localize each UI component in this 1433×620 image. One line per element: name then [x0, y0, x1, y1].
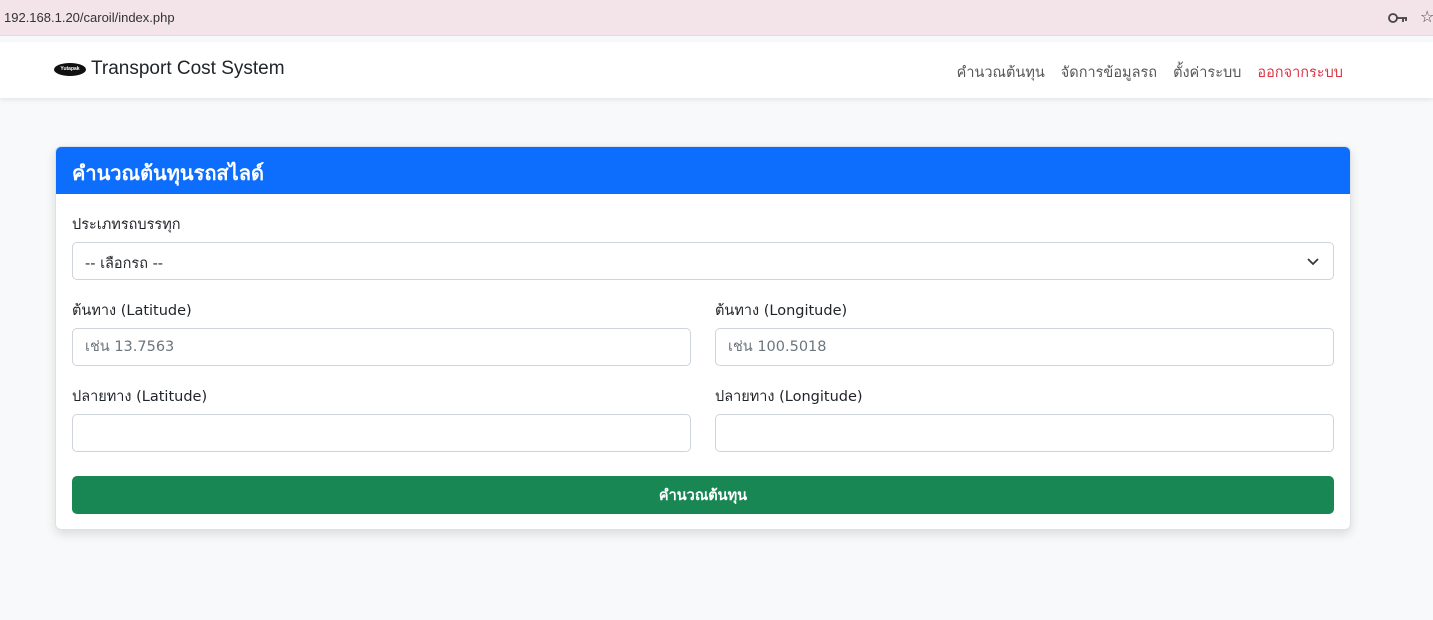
origin-lng-input[interactable] [715, 328, 1334, 366]
origin-lng-label: ต้นทาง (Longitude) [715, 303, 848, 319]
dest-lng-label: ปลายทาง (Longitude) [715, 389, 863, 405]
chevron-down-icon [1307, 258, 1319, 266]
calc-form-card: คำนวณต้นทุนรถสไลด์ ประเภทรถบรรทุก -- เลื… [55, 146, 1351, 530]
url-text[interactable]: 192.168.1.20/caroil/index.php [4, 10, 175, 25]
brand-title: Transport Cost System [91, 58, 285, 79]
nav-link-calculate[interactable]: คำนวณต้นทุน [957, 61, 1045, 84]
card-title: คำนวณต้นทุนรถสไลด์ [56, 147, 1350, 194]
origin-lat-input[interactable] [72, 328, 691, 366]
brand[interactable]: Yutapak Transport Cost System [54, 58, 285, 80]
origin-lat-label: ต้นทาง (Latitude) [72, 303, 192, 319]
vehicle-type-label: ประเภทรถบรรทุก [72, 217, 181, 233]
navbar: Yutapak Transport Cost System คำนวณต้นทุ… [0, 42, 1433, 98]
nav-link-manage-vehicles[interactable]: จัดการข้อมูลรถ [1061, 61, 1157, 84]
browser-address-bar[interactable]: 192.168.1.20/caroil/index.php ☆ [0, 0, 1433, 36]
nav-link-settings[interactable]: ตั้งค่าระบบ [1173, 61, 1241, 84]
dest-lat-label: ปลายทาง (Latitude) [72, 389, 208, 405]
nav-links: คำนวณต้นทุน จัดการข้อมูลรถ ตั้งค่าระบบ อ… [957, 61, 1343, 84]
vehicle-type-select[interactable]: -- เลือกรถ -- [72, 242, 1334, 280]
calculate-button[interactable]: คำนวณต้นทุน [72, 476, 1334, 514]
dest-lat-input[interactable] [72, 414, 691, 452]
nav-link-logout[interactable]: ออกจากระบบ [1257, 61, 1343, 84]
vehicle-type-selected: -- เลือกรถ -- [85, 256, 164, 272]
key-icon[interactable] [1388, 12, 1408, 24]
brand-logo: Yutapak [54, 62, 86, 76]
bookmark-star-icon[interactable]: ☆ [1420, 7, 1433, 27]
dest-lng-input[interactable] [715, 414, 1334, 452]
